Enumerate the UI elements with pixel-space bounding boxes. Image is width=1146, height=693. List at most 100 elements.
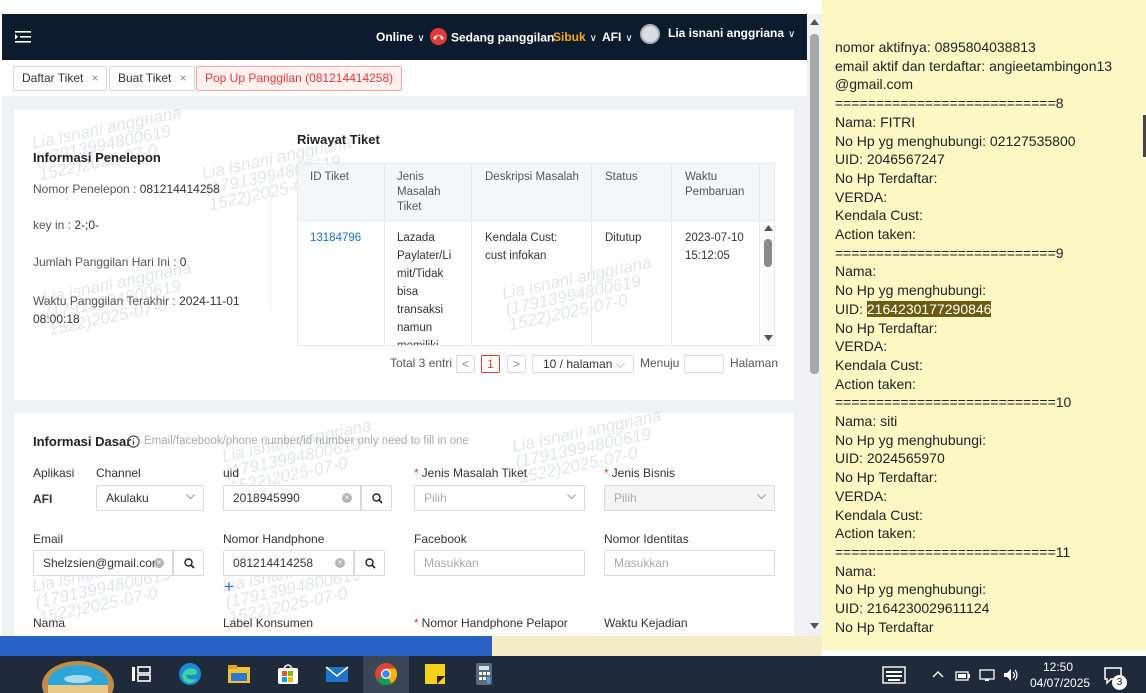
caller-info-title: Informasi Penelepon [33,150,161,165]
task-view-icon[interactable] [128,661,154,687]
name-label: Nama [33,616,66,630]
page-scrollbar[interactable] [807,14,822,636]
online-status-dropdown[interactable]: Online ∨ [376,30,425,44]
store-icon[interactable] [275,661,301,687]
col-desc: Deskripsi Masalah [485,171,579,183]
tab-buat-tiket[interactable]: Buat Tiket × [109,66,196,91]
goto-label: Menuju [640,356,680,370]
id-number-input[interactable]: Masukkan [604,550,775,576]
phone-input[interactable]: 081214414258 × [223,550,354,576]
ticket-type-cell: Lazada Paylater/Li mit/Tidak bisa transa… [397,232,452,346]
scroll-down-icon[interactable] [810,623,819,629]
col-type: Jenis Masalah Tiket [397,171,441,213]
busy-label: Sibuk [553,30,586,44]
watermark: Lia isnani anggriana(179139948006191522)… [30,102,184,185]
chrome-icon[interactable] [373,661,399,687]
info-icon[interactable] [127,435,140,448]
app-label: Aplikasi [33,466,75,480]
close-icon[interactable]: × [179,71,186,85]
channel-label: Channel [96,466,141,480]
total-entries: Total 3 entri [390,356,453,370]
next-page-button[interactable]: > [507,355,526,373]
menu-toggle-icon[interactable] [14,28,32,46]
volume-icon[interactable] [1002,667,1020,683]
calculator-icon[interactable] [471,661,497,687]
page-scroll-thumb[interactable] [810,34,819,374]
business-type-placeholder: Pilih [614,491,637,505]
customer-label-label: Label Konsumen [223,616,314,630]
clock[interactable]: 12:50 04/07/2025 [1030,659,1090,691]
clear-icon[interactable]: × [154,558,164,568]
network-icon[interactable] [978,668,996,682]
facebook-input[interactable]: Masukkan [414,550,585,576]
busy-status-dropdown[interactable]: Sibuk ∨ [553,30,597,44]
sticky-notes-icon[interactable] [422,661,448,687]
desktop: { "topbar": { "status": "Online", "call_… [0,0,1146,693]
business-type-select[interactable]: Pilih [604,485,775,511]
page-size-select[interactable]: 10 / halaman ⌵ [532,355,634,373]
battery-icon[interactable] [955,668,971,682]
tab-daftar-tiket[interactable]: Daftar Tiket × [13,66,108,91]
page-size-value: 10 / halaman [543,357,613,371]
user-menu[interactable]: Lia isnani anggriana ∨ [640,24,795,44]
prev-page-button[interactable]: < [456,355,475,373]
table-scrollbar[interactable] [761,221,774,345]
chevron-up-icon[interactable] [932,670,944,678]
ticket-updated-cell: 2023-07-10 15:12:05 [685,232,744,262]
table-scroll-thumb[interactable] [764,239,772,267]
uid-input[interactable]: 2018945990 × [223,485,361,511]
tab-popup-panggilan[interactable]: Pop Up Panggilan (081214414258) [196,66,403,91]
scroll-up-icon[interactable] [810,19,819,25]
scroll-down-icon[interactable] [764,335,773,341]
uid-label: uid [223,466,240,480]
product-dropdown[interactable]: AFI ∨ [602,30,633,44]
user-name: Lia isnani anggriana [668,26,785,41]
phone-search-button[interactable] [354,550,385,576]
caller-phone-value: 081214414258 [139,182,220,196]
email-value: Shelzsien@gmail.com [43,556,162,570]
keyin-value: 2-;0- [74,218,100,232]
basic-info-title: Informasi Dasar [33,434,132,449]
phone-label: Nomor Handphone [223,532,325,546]
search-icon [184,558,195,569]
reporter-phone-label: * Nomor Handphone Pelapor [414,616,568,630]
page-1-button[interactable]: 1 [481,355,500,373]
clear-icon[interactable]: × [335,558,345,568]
phone-hangup-icon[interactable] [430,28,447,45]
channel-select[interactable]: Akulaku [96,485,204,511]
chevron-down-icon [186,494,195,500]
business-type-label: * Jenis Bisnis [604,466,676,480]
crm-window: Online ∨ Sedang panggilan Sibuk ∨ AFI ∨ Lia… [0,0,822,636]
caller-phone-row: Nomor Penelepon : 081214414258 [33,182,220,196]
notepad-strip [492,636,822,656]
basic-info-card: Lia isnani anggriana(179139948006191522)… [14,406,794,636]
call-status[interactable]: Sedang panggilan [430,28,555,47]
add-phone-button[interactable]: + [224,577,234,597]
issue-type-select[interactable]: Pilih [414,485,585,511]
clear-icon[interactable]: × [342,493,352,503]
start-button[interactable] [40,657,116,693]
caller-card: Lia isnani anggriana (17913994800619 1522)… [14,103,794,400]
ticket-id-link[interactable]: 13184796 [310,229,361,247]
goto-page-input[interactable] [684,355,724,373]
notepad-window[interactable]: nomor aktifnya: 0895804038813 email aktif… [822,0,1146,650]
calls-today-value: 0 [179,255,187,269]
file-explorer-icon[interactable] [226,661,252,687]
keyboard-icon[interactable] [882,666,906,684]
ticket-desc-cell: Kendala Cust: cust infokan [485,232,558,262]
email-input[interactable]: Shelzsien@gmail.com × [33,550,173,576]
edge-icon[interactable] [177,661,203,687]
mail-icon[interactable] [324,661,350,687]
uid-search-button[interactable] [361,485,392,511]
app-value: AFI [33,492,53,506]
close-icon[interactable]: × [91,71,98,85]
notepad-text[interactable]: nomor aktifnya: 0895804038813 email aktif… [835,38,1135,637]
chevron-down-icon: ∨ [417,33,425,44]
tab-label: Pop Up Panggilan (081214414258) [205,71,394,85]
call-status-label: Sedang panggilan [451,30,555,45]
email-search-button[interactable] [173,550,204,576]
scroll-up-icon[interactable] [764,225,773,231]
chevron-down-icon: ⌵ [615,357,625,371]
issue-type-placeholder: Pilih [424,491,447,505]
ticket-status-cell: Ditutup [605,232,642,244]
